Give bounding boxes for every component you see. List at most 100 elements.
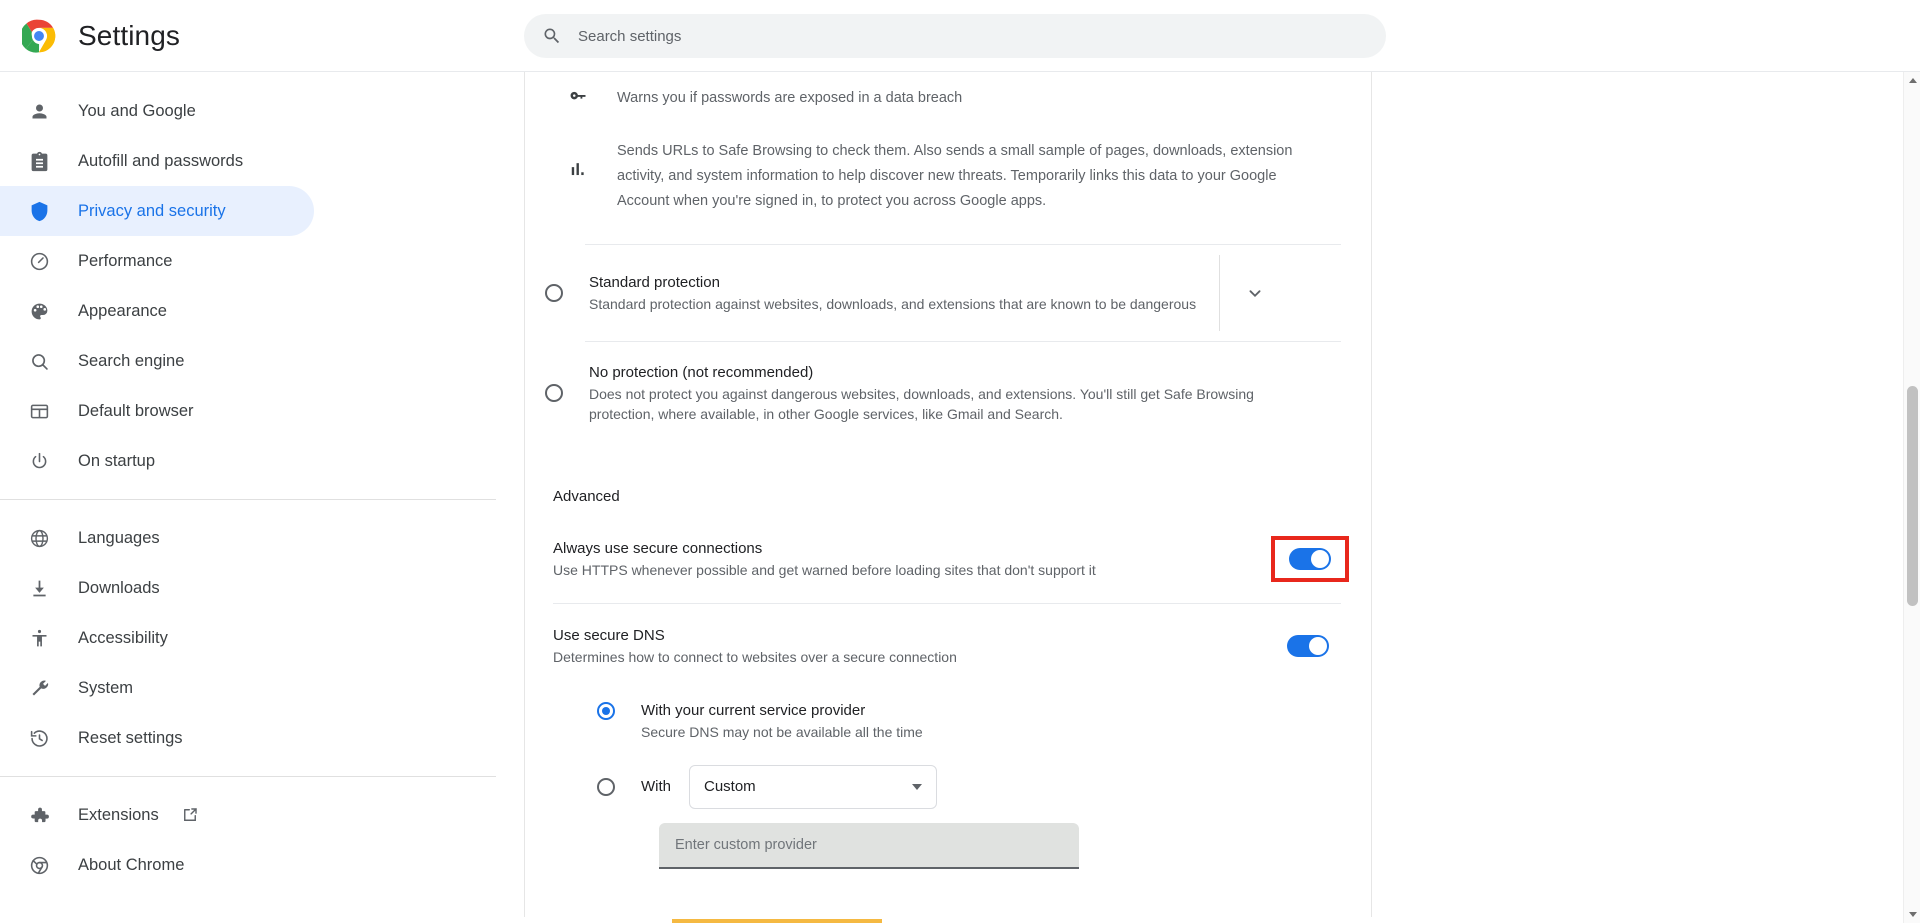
search-icon <box>542 26 562 46</box>
option-title: No protection (not recommended) <box>589 363 814 381</box>
top-bar: Settings <box>0 0 1920 72</box>
sidebar-item-on-startup[interactable]: On startup <box>0 436 314 486</box>
advanced-section-heading: Advanced <box>553 488 620 505</box>
open-in-new-icon <box>181 806 199 824</box>
puzzle-icon <box>28 804 50 826</box>
dns-option-label: With <box>641 777 671 795</box>
sidebar-item-label: Performance <box>78 251 173 270</box>
sidebar-item-label: You and Google <box>78 101 196 120</box>
search-settings-box[interactable] <box>524 14 1386 58</box>
sidebar-item-label: Privacy and security <box>78 201 226 220</box>
sidebar-item-label: On startup <box>78 451 156 470</box>
speedometer-icon <box>28 250 50 272</box>
sidebar-item-you-and-google[interactable]: You and Google <box>0 86 314 136</box>
settings-sidebar: You and Google Autofill and passwords Pr… <box>0 72 524 923</box>
setting-always-use-secure-connections[interactable]: Always use secure connections Use HTTPS … <box>525 527 1371 591</box>
sidebar-item-extensions[interactable]: Extensions <box>0 790 314 840</box>
sidebar-item-label: Default browser <box>78 401 194 420</box>
sidebar-item-default-browser[interactable]: Default browser <box>0 386 314 436</box>
sidebar-item-appearance[interactable]: Appearance <box>0 286 314 336</box>
setting-title: Always use secure connections <box>553 539 763 557</box>
radio-button[interactable] <box>545 284 563 302</box>
dns-provider-select-value: Custom <box>704 778 756 795</box>
setting-title: Use secure DNS <box>553 626 665 644</box>
chrome-logo <box>20 19 56 53</box>
download-icon <box>28 577 50 599</box>
content-right-gutter <box>1373 72 1920 923</box>
dns-provider-select[interactable]: Custom <box>689 764 937 809</box>
key-icon <box>567 86 589 106</box>
custom-provider-input[interactable] <box>673 835 1065 854</box>
radio-button[interactable] <box>545 384 563 402</box>
highlight-annotation <box>1271 536 1349 582</box>
browser-window-icon <box>28 400 50 422</box>
clipboard-icon <box>28 150 50 172</box>
privacy-settings-card: Warns you if passwords are exposed in a … <box>524 72 1372 923</box>
vertical-scrollbar[interactable] <box>1903 72 1920 923</box>
sidebar-item-search-engine[interactable]: Search engine <box>0 336 314 386</box>
radio-option-no-protection[interactable]: No protection (not recommended) Does not… <box>525 342 1371 444</box>
setting-description: Use HTTPS whenever possible and get warn… <box>553 561 1096 578</box>
search-icon <box>28 350 50 372</box>
secure-connections-toggle[interactable] <box>1289 548 1331 570</box>
scroll-down-arrow-icon[interactable] <box>1904 906 1920 923</box>
accessibility-icon <box>28 627 50 649</box>
sidebar-item-label: Reset settings <box>78 728 183 747</box>
globe-icon <box>28 527 50 549</box>
sidebar-item-performance[interactable]: Performance <box>0 236 314 286</box>
toggle-knob <box>1309 637 1327 655</box>
person-icon <box>28 100 50 122</box>
page-title: Settings <box>78 19 180 51</box>
sidebar-item-autofill-and-passwords[interactable]: Autofill and passwords <box>0 136 314 186</box>
chevron-down-icon[interactable] <box>1244 282 1266 304</box>
custom-provider-field[interactable] <box>659 822 1079 869</box>
dns-option-current-provider[interactable]: With your current service provider Secur… <box>525 700 1371 743</box>
feature-row-text: Sends URLs to Safe Browsing to check the… <box>617 143 1293 209</box>
palette-icon <box>28 300 50 322</box>
radio-option-standard-protection[interactable]: Standard protection Standard protection … <box>525 245 1371 341</box>
vertical-divider <box>1219 255 1220 331</box>
wrench-icon <box>28 677 50 699</box>
sidebar-item-reset-settings[interactable]: Reset settings <box>0 713 314 763</box>
bottom-strip <box>0 917 1920 923</box>
sidebar-item-label: Downloads <box>78 578 160 597</box>
sidebar-divider <box>0 776 496 777</box>
option-title: Standard protection <box>589 273 720 291</box>
scrollbar-thumb[interactable] <box>1907 386 1918 606</box>
sidebar-item-system[interactable]: System <box>0 663 314 713</box>
feature-row-password-breach: Warns you if passwords are exposed in a … <box>525 72 1371 111</box>
settings-content: Warns you if passwords are exposed in a … <box>524 72 1920 923</box>
chrome-icon <box>28 854 50 876</box>
sidebar-item-label: Languages <box>78 528 160 547</box>
sidebar-item-label: Accessibility <box>78 628 168 647</box>
option-description: Does not protect you against dangerous w… <box>589 385 1254 423</box>
shield-icon <box>28 200 50 222</box>
secure-dns-toggle[interactable] <box>1287 635 1329 657</box>
radio-button[interactable] <box>597 702 615 720</box>
history-icon <box>28 727 50 749</box>
sidebar-item-label: Appearance <box>78 301 167 320</box>
feature-row-text: Warns you if passwords are exposed in a … <box>617 90 963 106</box>
sidebar-item-label: About Chrome <box>78 855 185 874</box>
sidebar-item-label: Extensions <box>78 805 159 824</box>
dns-option-custom[interactable]: With Custom <box>525 764 1371 809</box>
sidebar-divider <box>0 499 496 500</box>
setting-description: Determines how to connect to websites ov… <box>553 648 957 665</box>
sidebar-item-languages[interactable]: Languages <box>0 513 314 563</box>
radio-button[interactable] <box>597 777 615 796</box>
setting-use-secure-dns[interactable]: Use secure DNS Determines how to connect… <box>525 620 1371 672</box>
sidebar-item-accessibility[interactable]: Accessibility <box>0 613 314 663</box>
dns-option-label: With your current service provider <box>641 702 866 719</box>
sidebar-item-about-chrome[interactable]: About Chrome <box>0 840 314 890</box>
search-input[interactable] <box>576 26 1368 46</box>
power-icon <box>28 450 50 472</box>
bar-chart-icon <box>567 160 589 179</box>
sidebar-item-downloads[interactable]: Downloads <box>0 563 314 613</box>
scroll-up-arrow-icon[interactable] <box>1904 72 1920 89</box>
toggle-knob <box>1311 550 1329 568</box>
sidebar-item-label: System <box>78 678 134 697</box>
option-description: Standard protection against websites, do… <box>589 295 1197 312</box>
sidebar-item-privacy-and-security[interactable]: Privacy and security <box>0 186 314 236</box>
custom-provider-field-wrap <box>525 822 1371 869</box>
feature-row-safe-browsing: Sends URLs to Safe Browsing to check the… <box>525 111 1371 214</box>
